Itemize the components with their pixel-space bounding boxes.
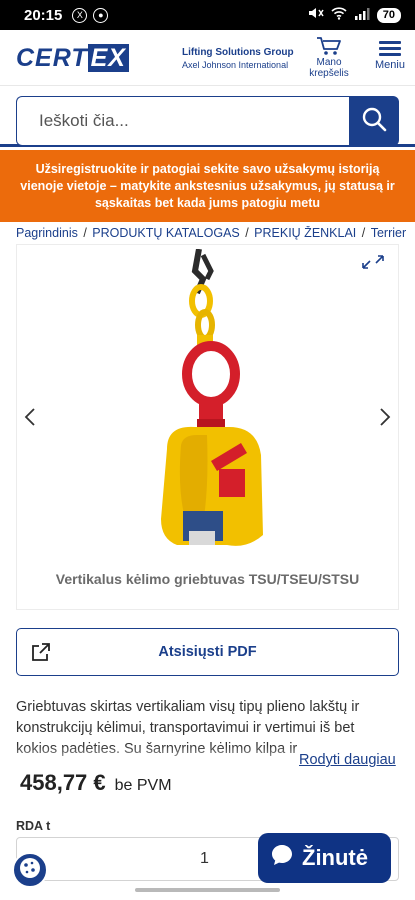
cart-label-line-1: Mano [316, 57, 342, 68]
cookie-icon [18, 856, 42, 885]
search-button[interactable] [349, 96, 399, 146]
cookie-settings-button[interactable] [12, 852, 48, 888]
site-header: CERT EX Lifting Solutions Group Axel John… [0, 30, 415, 85]
product-price: 458,77 € [20, 770, 106, 795]
breadcrumb: Pagrindinis / PRODUKTŲ KATALOGAS / PREKI… [16, 226, 406, 240]
status-time: 20:15 [24, 6, 63, 24]
chevron-right-icon[interactable] [378, 407, 392, 432]
breadcrumb-brands[interactable]: PREKIŲ ŽENKLAI [254, 226, 356, 240]
vat-note: be PVM [114, 777, 172, 794]
expand-icon[interactable] [362, 255, 384, 274]
hamburger-icon [372, 41, 408, 56]
mute-icon [308, 6, 324, 24]
registration-banner[interactable]: Užsiregistruokite ir patogiai sekite sav… [0, 150, 415, 222]
chat-label: Žinutė [302, 845, 368, 870]
home-indicator[interactable] [135, 888, 280, 892]
battery-icon: 70 [376, 7, 401, 23]
cart-button[interactable]: Mano krepšelis [305, 36, 353, 79]
download-pdf-button[interactable]: Atsisiųsti PDF [16, 628, 399, 676]
quantity-value: 1 [200, 850, 209, 867]
download-pdf-label: Atsisiųsti PDF [158, 644, 257, 660]
tagline-line-1: Lifting Solutions Group [182, 47, 294, 58]
notification-icon: ● [93, 7, 109, 23]
brand-tagline: Lifting Solutions Group Axel Johnson Int… [182, 47, 294, 71]
breadcrumb-catalog[interactable]: PRODUKTŲ KATALOGAS [92, 226, 239, 240]
wifi-icon [331, 6, 347, 24]
x-app-icon: X [72, 7, 88, 23]
menu-button[interactable]: Meniu [372, 38, 408, 71]
cart-label-line-2: krepšelis [309, 68, 349, 79]
chat-button[interactable]: Žinutė [258, 833, 391, 883]
chevron-left-icon[interactable] [23, 407, 37, 432]
search-input[interactable] [16, 96, 350, 146]
product-title: Vertikalus kėlimo griebtuvas TSU/TSEU/ST… [55, 571, 360, 587]
tagline-line-2: Axel Johnson International [182, 60, 289, 70]
product-image [161, 249, 263, 546]
chat-bubble-icon [270, 843, 294, 873]
signal-icon [354, 7, 370, 24]
status-bar: 20:15 X ● 70 [0, 0, 415, 30]
brand-logo[interactable]: CERT EX [16, 44, 129, 73]
menu-label: Meniu [375, 59, 405, 71]
breadcrumb-terrier[interactable]: Terrier [371, 226, 406, 240]
search-icon [361, 106, 387, 137]
search-bar [0, 85, 415, 147]
price-row: 458,77 € be PVM [20, 770, 172, 796]
read-more-link[interactable]: Rodyti daugiau [299, 752, 396, 768]
external-link-icon [31, 642, 51, 667]
cart-icon [305, 36, 353, 56]
product-gallery: Vertikalus kėlimo griebtuvas TSU/TSEU/ST… [16, 244, 399, 610]
breadcrumb-home[interactable]: Pagrindinis [16, 226, 78, 240]
quantity-label: RDA t [16, 819, 51, 833]
